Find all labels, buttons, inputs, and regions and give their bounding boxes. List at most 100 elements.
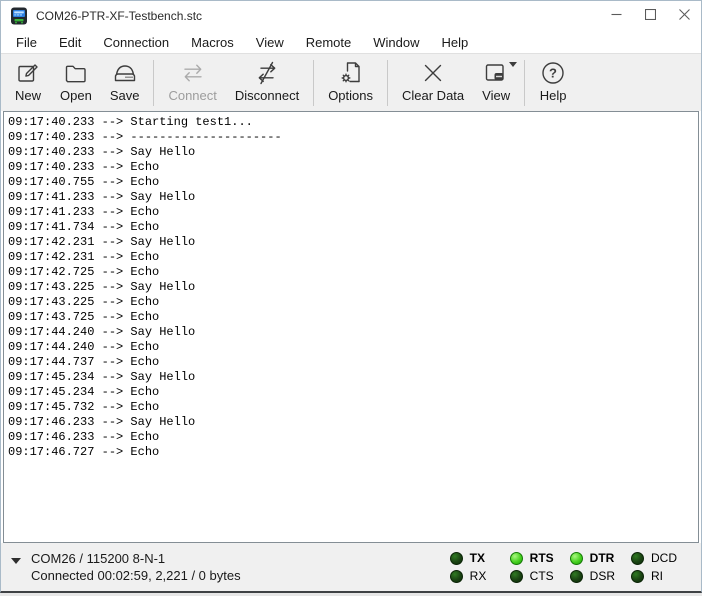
- status-bar: COM26 / 115200 8-N-1 Connected 00:02:59,…: [1, 543, 701, 591]
- log-line: 09:17:42.231 --> Say Hello: [8, 235, 698, 250]
- log-line: 09:17:42.231 --> Echo: [8, 250, 698, 265]
- log-line: 09:17:43.225 --> Say Hello: [8, 280, 698, 295]
- dropdown-caret-icon: [509, 62, 517, 67]
- led-cell-cts: CTS: [510, 569, 554, 583]
- disconnect-button[interactable]: Disconnect: [226, 57, 308, 109]
- log-line: 09:17:45.234 --> Say Hello: [8, 370, 698, 385]
- close-icon: [679, 7, 690, 25]
- toolbar-separator: [313, 60, 314, 106]
- log-line: 09:17:46.233 --> Echo: [8, 430, 698, 445]
- open-button-label: Open: [60, 88, 92, 103]
- log-line: 09:17:41.233 --> Say Hello: [8, 190, 698, 205]
- connection-status-text: Connected 00:02:59, 2,221 / 0 bytes: [31, 567, 241, 584]
- log-line: 09:17:42.725 --> Echo: [8, 265, 698, 280]
- log-line: 09:17:46.233 --> Say Hello: [8, 415, 698, 430]
- save-drive-icon: [111, 59, 139, 87]
- toolbar-separator: [153, 60, 154, 106]
- options-gear-page-icon: [337, 59, 365, 87]
- save-button-label: Save: [110, 88, 140, 103]
- log-line: 09:17:41.734 --> Echo: [8, 220, 698, 235]
- log-line: 09:17:45.234 --> Echo: [8, 385, 698, 400]
- menu-window[interactable]: Window: [362, 33, 430, 52]
- status-expand-arrow-icon[interactable]: [11, 558, 21, 564]
- menu-remote[interactable]: Remote: [295, 33, 363, 52]
- connect-arrows-icon: [179, 59, 207, 87]
- disconnect-arrows-icon: [253, 59, 281, 87]
- minimize-icon: [611, 7, 622, 25]
- menu-view[interactable]: View: [245, 33, 295, 52]
- log-line: 09:17:43.725 --> Echo: [8, 310, 698, 325]
- maximize-button[interactable]: [633, 1, 667, 31]
- cts-led-icon: [510, 570, 523, 583]
- new-button[interactable]: New: [5, 57, 51, 109]
- log-line: 09:17:45.732 --> Echo: [8, 400, 698, 415]
- log-line: 09:17:41.233 --> Echo: [8, 205, 698, 220]
- led-cell-rx: RX: [450, 569, 494, 583]
- close-button[interactable]: [667, 1, 701, 31]
- minimize-button[interactable]: [599, 1, 633, 31]
- log-line: 09:17:44.737 --> Echo: [8, 355, 698, 370]
- clear-data-button[interactable]: Clear Data: [393, 57, 473, 109]
- menu-file[interactable]: File: [5, 33, 48, 52]
- log-line: 09:17:46.727 --> Echo: [8, 445, 698, 460]
- led-cell-dsr: DSR: [570, 569, 615, 583]
- log-line: 09:17:40.755 --> Echo: [8, 175, 698, 190]
- caption-buttons: [599, 1, 701, 31]
- connect-button-label: Connect: [168, 88, 216, 103]
- port-settings-text: COM26 / 115200 8-N-1: [31, 550, 241, 567]
- maximize-icon: [645, 7, 656, 25]
- menu-help[interactable]: Help: [431, 33, 480, 52]
- options-button[interactable]: Options: [319, 57, 382, 109]
- new-button-label: New: [15, 88, 41, 103]
- dtr-led-label: DTR: [590, 551, 615, 565]
- connection-info: COM26 / 115200 8-N-1 Connected 00:02:59,…: [31, 550, 241, 584]
- signal-led-panel: TX RTS DTR DCD RX CTS DSR RI: [450, 551, 677, 583]
- led-cell-dtr: DTR: [570, 551, 615, 565]
- new-document-icon: [14, 59, 42, 87]
- menu-connection[interactable]: Connection: [92, 33, 180, 52]
- svg-text:?: ?: [549, 65, 557, 80]
- help-button-label: Help: [540, 88, 567, 103]
- menu-bar: FileEditConnectionMacrosViewRemoteWindow…: [1, 31, 701, 53]
- dtr-led-icon: [570, 552, 583, 565]
- disconnect-button-label: Disconnect: [235, 88, 299, 103]
- rx-led-label: RX: [470, 569, 487, 583]
- clear-data-button-label: Clear Data: [402, 88, 464, 103]
- cts-led-label: CTS: [530, 569, 554, 583]
- rts-led-icon: [510, 552, 523, 565]
- log-line: 09:17:43.225 --> Echo: [8, 295, 698, 310]
- dsr-led-icon: [570, 570, 583, 583]
- log-line: 09:17:44.240 --> Say Hello: [8, 325, 698, 340]
- led-cell-tx: TX: [450, 551, 494, 565]
- ri-led-icon: [631, 570, 644, 583]
- log-line: 09:17:40.233 --> Starting test1...: [8, 115, 698, 130]
- connect-button: Connect: [159, 57, 225, 109]
- dsr-led-label: DSR: [590, 569, 615, 583]
- view-button[interactable]: View: [473, 57, 519, 109]
- save-button[interactable]: Save: [101, 57, 149, 109]
- log-line: 09:17:40.233 --> Echo: [8, 160, 698, 175]
- help-button[interactable]: ? Help: [530, 57, 576, 109]
- desktop: COM26-PTR-XF-Testbench.stc: [0, 0, 702, 596]
- ri-led-label: RI: [651, 569, 663, 583]
- log-line: 09:17:40.233 --> Say Hello: [8, 145, 698, 160]
- rts-led-label: RTS: [530, 551, 554, 565]
- led-cell-ri: RI: [631, 569, 677, 583]
- menu-macros[interactable]: Macros: [180, 33, 245, 52]
- toolbar: New Open Save Connect Disconnect Options Clear…: [1, 53, 701, 111]
- options-button-label: Options: [328, 88, 373, 103]
- open-folder-icon: [62, 59, 90, 87]
- terminal-log[interactable]: 09:17:40.233 --> Starting test1... 09:17:…: [3, 111, 699, 543]
- dcd-led-icon: [631, 552, 644, 565]
- help-question-icon: ?: [539, 59, 567, 87]
- rx-led-icon: [450, 570, 463, 583]
- app-icon: [10, 7, 28, 25]
- tx-led-icon: [450, 552, 463, 565]
- menu-edit[interactable]: Edit: [48, 33, 92, 52]
- led-cell-dcd: DCD: [631, 551, 677, 565]
- view-button-label: View: [482, 88, 510, 103]
- led-cell-rts: RTS: [510, 551, 554, 565]
- open-button[interactable]: Open: [51, 57, 101, 109]
- toolbar-separator: [387, 60, 388, 106]
- toolbar-separator: [524, 60, 525, 106]
